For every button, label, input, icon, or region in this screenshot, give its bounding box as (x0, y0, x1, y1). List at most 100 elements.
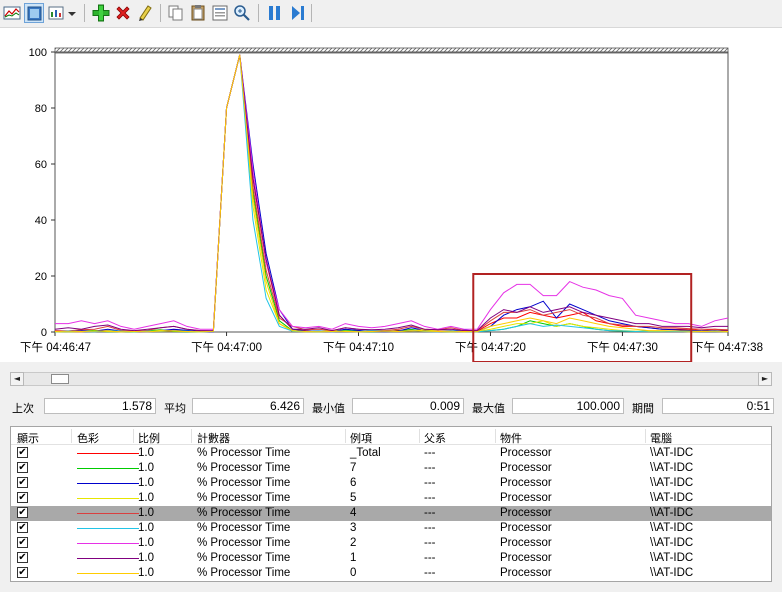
object-cell: Processor (500, 462, 552, 474)
header-parent[interactable]: 父系 (424, 430, 446, 446)
show-checkbox[interactable]: ✔ (17, 507, 28, 518)
table-row[interactable]: ✔ 1.0 % Processor Time 0 --- Processor \\AT-ID… (11, 566, 771, 581)
instance-cell: 4 (350, 507, 357, 519)
color-swatch (77, 453, 139, 454)
counter-cell: % Processor Time (197, 462, 291, 474)
x-tick-label: 下午 04:47:00 (191, 341, 262, 354)
view-histogram-icon[interactable] (24, 3, 44, 23)
table-row[interactable]: ✔ 1.0 % Processor Time 2 --- Processor \\AT-ID… (11, 536, 771, 551)
counter-cell: % Processor Time (197, 552, 291, 564)
parent-cell: --- (424, 507, 436, 519)
header-computer[interactable]: 電腦 (650, 430, 672, 446)
parent-cell: --- (424, 477, 436, 489)
show-checkbox[interactable]: ✔ (17, 537, 28, 548)
show-checkbox[interactable]: ✔ (17, 522, 28, 533)
view-report-icon[interactable] (46, 3, 66, 23)
table-row[interactable]: ✔ 1.0 % Processor Time 3 --- Processor \\AT-ID… (11, 521, 771, 536)
computer-cell: \\AT-IDC (650, 552, 694, 564)
minimum-label: 最小值 (312, 402, 345, 415)
time-scrollbar[interactable]: ◄ ► (10, 372, 772, 386)
add-counter-icon[interactable] (91, 3, 111, 23)
counter-cell: % Processor Time (197, 477, 291, 489)
duration-value: 0:51 (662, 398, 774, 414)
scale-cell: 1.0 (138, 462, 154, 474)
computer-cell: \\AT-IDC (650, 477, 694, 489)
object-cell: Processor (500, 447, 552, 459)
object-cell: Processor (500, 492, 552, 504)
freeze-display-icon[interactable] (265, 3, 285, 23)
show-checkbox[interactable]: ✔ (17, 462, 28, 473)
zoom-icon[interactable] (232, 3, 252, 23)
scale-cell: 1.0 (138, 477, 154, 489)
view-graph-icon[interactable] (2, 3, 22, 23)
color-swatch (77, 483, 139, 484)
last-label: 上次 (12, 402, 34, 415)
scroll-right-button[interactable]: ► (758, 372, 772, 386)
header-scale[interactable]: 比例 (138, 430, 160, 446)
duration-label: 期間 (632, 402, 654, 415)
toolbar-separator (84, 4, 85, 22)
average-label: 平均 (164, 402, 186, 415)
show-checkbox[interactable]: ✔ (17, 492, 28, 503)
object-cell: Processor (500, 522, 552, 534)
maximum-label: 最大值 (472, 402, 505, 415)
y-tick-label: 40 (35, 215, 47, 227)
paste-counter-list-icon[interactable] (188, 3, 208, 23)
table-row[interactable]: ✔ 1.0 % Processor Time 5 --- Processor \\AT-ID… (11, 491, 771, 506)
computer-cell: \\AT-IDC (650, 507, 694, 519)
update-data-icon[interactable] (288, 3, 308, 23)
color-swatch (77, 528, 139, 529)
instance-cell: 2 (350, 537, 357, 549)
instance-cell: _Total (350, 447, 381, 459)
counter-list[interactable]: 顯示 色彩 比例 計數器 例項 父系 物件 電腦 ✔ 1.0 % Processor… (10, 426, 772, 582)
statistics-bar: 上次 1.578 平均 6.426 最小值 0.009 最大值 100.000 … (0, 396, 782, 418)
minimum-value: 0.009 (352, 398, 464, 414)
scroll-left-button[interactable]: ◄ (10, 372, 24, 386)
object-cell: Processor (500, 477, 552, 489)
table-row[interactable]: ✔ 1.0 % Processor Time 6 --- Processor \\AT-ID… (11, 476, 771, 491)
parent-cell: --- (424, 567, 436, 579)
parent-cell: --- (424, 447, 436, 459)
show-checkbox[interactable]: ✔ (17, 477, 28, 488)
highlight-icon[interactable] (135, 3, 155, 23)
header-show[interactable]: 顯示 (17, 430, 39, 446)
y-tick-label: 20 (35, 271, 47, 283)
copy-properties-icon[interactable] (166, 3, 186, 23)
color-swatch (77, 573, 139, 574)
table-row[interactable]: ✔ 1.0 % Processor Time 7 --- Processor \\AT-ID… (11, 461, 771, 476)
delete-counter-icon[interactable] (113, 3, 133, 23)
object-cell: Processor (500, 552, 552, 564)
chart-canvas: 100 80 60 40 20 0 下午 04:46:47 下午 04:47:00 下午 04:… (20, 47, 763, 362)
header-color[interactable]: 色彩 (77, 430, 99, 446)
y-tick-label: 100 (29, 47, 47, 59)
object-cell: Processor (500, 507, 552, 519)
y-tick-label: 60 (35, 159, 47, 171)
color-swatch (77, 513, 139, 514)
counter-cell: % Processor Time (197, 507, 291, 519)
show-checkbox[interactable]: ✔ (17, 552, 28, 563)
counter-cell: % Processor Time (197, 522, 291, 534)
counter-cell: % Processor Time (197, 537, 291, 549)
instance-cell: 0 (350, 567, 357, 579)
performance-graph[interactable]: 100 80 60 40 20 0 下午 04:46:47 下午 04:47:00 下午 04:… (0, 28, 782, 362)
table-row[interactable]: ✔ 1.0 % Processor Time 4 --- Processor \\AT-ID… (11, 506, 771, 521)
x-tick-label: 下午 04:47:10 (323, 341, 394, 354)
header-instance[interactable]: 例項 (350, 430, 372, 446)
header-counter[interactable]: 計數器 (197, 430, 230, 446)
computer-cell: \\AT-IDC (650, 492, 694, 504)
show-checkbox[interactable]: ✔ (17, 567, 28, 578)
average-value: 6.426 (192, 398, 304, 414)
table-row[interactable]: ✔ 1.0 % Processor Time _Total --- Processor \\… (11, 446, 771, 461)
show-checkbox[interactable]: ✔ (17, 447, 28, 458)
properties-icon[interactable] (210, 3, 230, 23)
scale-cell: 1.0 (138, 492, 154, 504)
header-object[interactable]: 物件 (500, 430, 522, 446)
scroll-thumb[interactable] (51, 374, 69, 384)
scale-cell: 1.0 (138, 447, 154, 459)
toolbar-separator (160, 4, 161, 22)
instance-cell: 6 (350, 477, 357, 489)
table-row[interactable]: ✔ 1.0 % Processor Time 1 --- Processor \\AT-ID… (11, 551, 771, 566)
computer-cell: \\AT-IDC (650, 567, 694, 579)
change-graph-type-dropdown-icon[interactable] (66, 3, 78, 23)
x-tick-label: 下午 04:46:47 (20, 341, 91, 354)
